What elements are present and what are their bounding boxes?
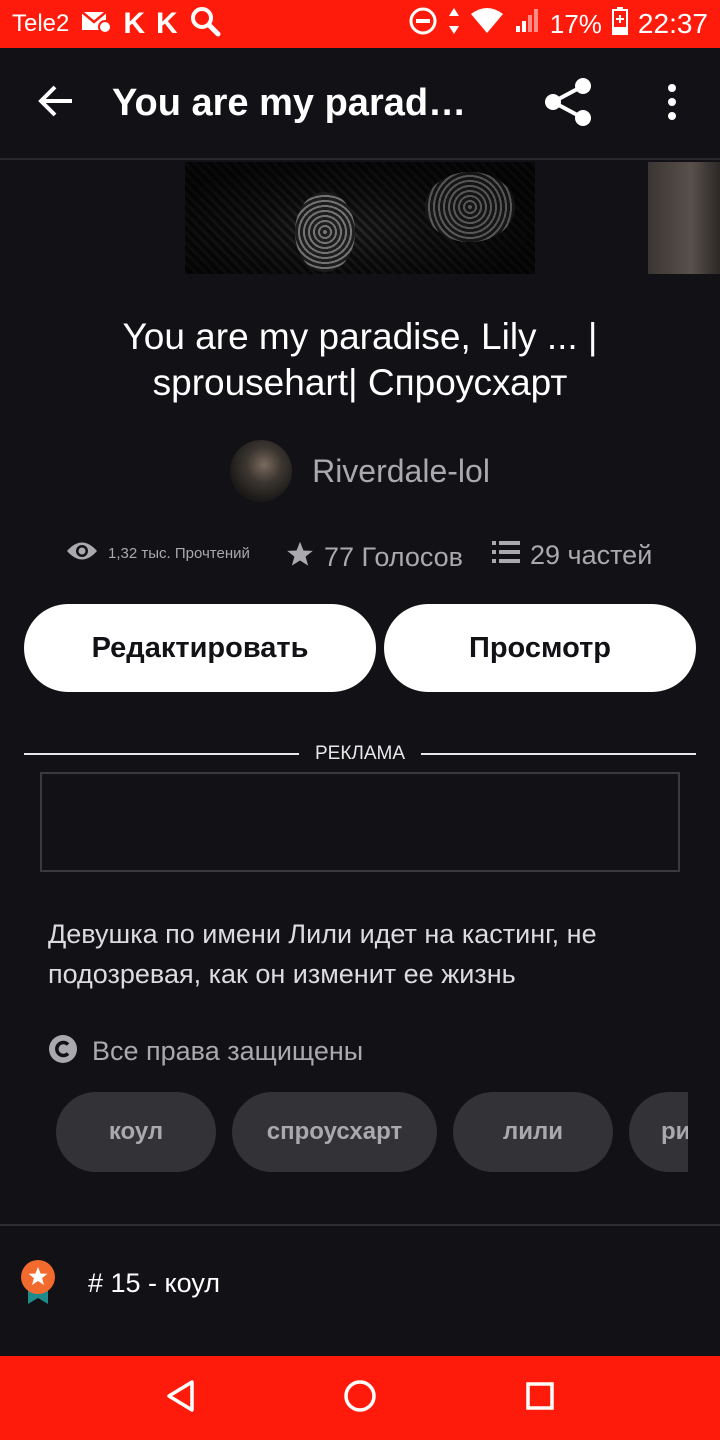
star-icon — [286, 540, 314, 575]
story-stats: 1,32 тыс. Прочтений 77 Голосов 29 частей — [0, 530, 720, 582]
signal-icon — [514, 8, 540, 41]
reads-stat: 1,32 тыс. Прочтений — [66, 540, 250, 566]
search-notification-icon — [189, 5, 221, 44]
ad-label: РЕКЛАМА — [314, 743, 406, 764]
cover-carousel[interactable] — [0, 162, 720, 274]
back-button[interactable] — [0, 47, 112, 159]
tag-chip[interactable]: спроусхарт — [232, 1092, 437, 1172]
story-description: Девушка по имени Лили идет на кастинг, н… — [48, 919, 597, 989]
author-name[interactable]: Riverdale-lol — [312, 453, 490, 490]
battery-charging-icon — [611, 6, 628, 42]
arrow-left-icon — [38, 83, 74, 124]
navigation-bar — [0, 1356, 720, 1440]
tag-chip[interactable]: ри — [629, 1092, 688, 1172]
more-vertical-icon — [667, 83, 677, 125]
tags-list[interactable]: коул спроусхарт лили ри — [56, 1092, 688, 1172]
ranking-row[interactable]: # 15 - коул — [18, 1256, 220, 1312]
ranking-badge-icon — [18, 1258, 58, 1311]
parts-stat: 29 частей — [492, 540, 652, 571]
more-options-button[interactable] — [640, 72, 704, 136]
ad-slot[interactable] — [40, 772, 680, 872]
circle-home-icon — [343, 1379, 377, 1418]
copyright-icon — [48, 1034, 78, 1069]
eye-icon — [66, 540, 98, 566]
copyright-text: Все права защищены — [92, 1035, 364, 1066]
story-cover-image[interactable] — [185, 162, 535, 274]
tag-chip[interactable]: коул — [56, 1092, 216, 1172]
app-bar: You are my paradi… — [0, 48, 720, 160]
ranking-text[interactable]: # 15 - коул — [88, 1268, 220, 1299]
wifi-icon — [470, 7, 504, 41]
reads-count: 1,32 тыс. Прочтений — [108, 544, 250, 562]
triangle-back-icon — [165, 1379, 195, 1418]
status-bar: Tele2 K K 17% 22:37 — [0, 0, 720, 48]
parts-count: 29 частей — [530, 540, 653, 570]
ad-divider-right — [421, 753, 696, 755]
clock: 22:37 — [637, 8, 708, 39]
mail-icon — [81, 9, 113, 40]
carrier-label: Tele2 — [12, 10, 70, 37]
avatar[interactable] — [230, 440, 293, 502]
data-transfer-icon — [448, 6, 460, 43]
nav-home-button[interactable] — [330, 1368, 390, 1428]
story-title: You are my paradise, Lily ... | sprouseh… — [122, 316, 598, 403]
square-recents-icon — [525, 1381, 555, 1416]
votes-count: 77 Голосов — [324, 542, 464, 572]
battery-percent: 17% — [549, 8, 602, 39]
edit-button[interactable]: Редактировать — [24, 604, 376, 692]
list-icon — [492, 540, 520, 571]
next-cover-image[interactable] — [648, 162, 720, 274]
app-bar-title: You are my paradi… — [112, 81, 472, 124]
do-not-disturb-icon — [408, 6, 438, 43]
ad-label-row: РЕКЛАМА — [24, 742, 696, 766]
share-icon — [543, 77, 593, 132]
share-button[interactable] — [530, 72, 606, 136]
ad-divider-left — [24, 753, 299, 755]
copyright-row: Все права защищены — [48, 1034, 363, 1068]
tag-chip[interactable]: лили — [453, 1092, 613, 1172]
preview-button[interactable]: Просмотр — [384, 604, 696, 692]
nav-recents-button[interactable] — [510, 1368, 570, 1428]
votes-stat: 77 Голосов — [286, 540, 463, 575]
k-app-icon-2: K — [156, 7, 178, 40]
k-app-icon: K — [123, 7, 145, 40]
author-row[interactable]: Riverdale-lol — [0, 438, 720, 504]
nav-back-button[interactable] — [150, 1368, 210, 1428]
section-divider — [0, 1224, 720, 1226]
